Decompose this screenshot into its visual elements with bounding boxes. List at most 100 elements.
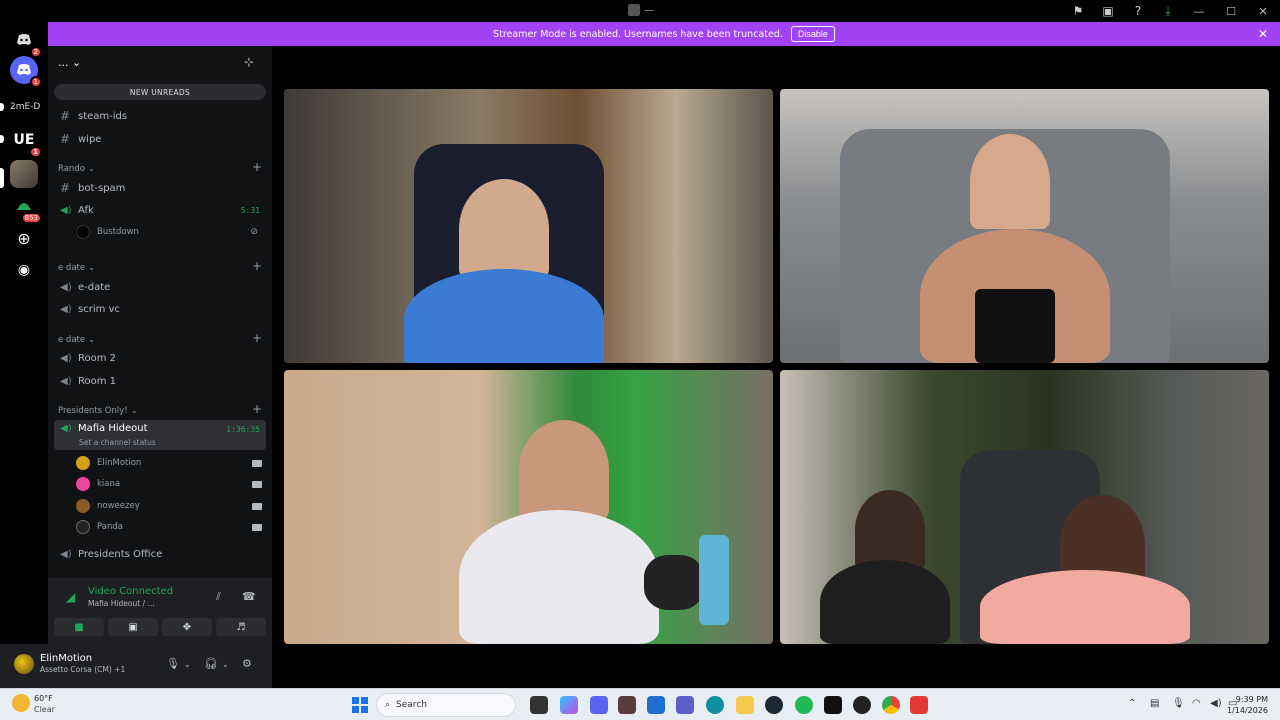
voice-member[interactable]: noweezey [76,497,262,515]
screen-share-icon[interactable]: ▣ [1098,2,1118,20]
new-unreads-pill[interactable]: NEW UNREADS [54,84,266,100]
soundboard-button[interactable]: ♬ [216,618,266,636]
streamer-mode-banner: Streamer Mode is enabled. Usernames have… [48,22,1280,46]
voice-connection-panel: ◢ Video Connected Mafia Hideout / ... ⫽ … [48,578,272,644]
discord-window: — ⚑ ▣ ? ⤓ — ☐ ✕ Streamer Mode is enabled… [0,0,1280,720]
disable-streamer-mode-button[interactable]: Disable [790,26,835,42]
voice-channel-mafia-hideout[interactable]: ◀) Mafia Hideout 1:36:35 Set a channel stat… [54,420,266,450]
wifi-icon[interactable]: ◠ [1192,698,1201,709]
start-button[interactable] [352,697,368,713]
category-e-date-2[interactable]: e date ⌄ [58,335,95,345]
maximize-button[interactable]: ☐ [1220,2,1242,20]
person-head [855,490,925,570]
weather-temp[interactable]: 60°F [34,694,53,703]
tray-app-icon[interactable]: ▤ [1150,698,1159,709]
green-server-badge: 853 [20,212,42,224]
server-2me-d[interactable]: 2mE-D [10,102,40,112]
chevron-down-icon[interactable]: ⌄ [184,660,191,669]
channel-bot-spam[interactable]: # bot-spam [54,178,266,198]
settings-gear-icon[interactable]: ⚙ [242,657,252,670]
minimize-button[interactable]: — [1188,2,1210,20]
close-banner-icon[interactable]: ✕ [1258,27,1268,41]
chevron-up-icon[interactable]: ⌃ [1128,698,1136,709]
add-channel-icon[interactable]: + [252,259,262,273]
download-icon[interactable]: ⤓ [1158,2,1178,20]
add-server-icon[interactable]: ⊕ [10,224,38,252]
server-name[interactable]: ... ⌄ [58,56,81,69]
spotify-icon[interactable] [795,696,813,714]
microphone-icon[interactable]: 🎙︎ [166,657,180,670]
steam-icon[interactable] [765,696,783,714]
task-view-icon[interactable] [530,696,548,714]
speaker-icon: ◀) [60,423,72,434]
user-name[interactable]: ElinMotion [40,653,92,664]
taskbar-search[interactable]: ⌕ Search [376,693,516,717]
channel-status[interactable]: Set a channel status [79,438,156,447]
direct-messages-icon[interactable]: 2 [10,26,42,58]
add-channel-icon[interactable]: + [252,402,262,416]
channel-wipe[interactable]: # wipe [54,129,266,149]
invite-people-icon[interactable]: ⊹ [244,55,260,69]
flag-icon[interactable]: ⚑ [1068,2,1088,20]
copilot-icon[interactable] [560,696,578,714]
headphones-icon[interactable]: 🎧︎ [204,657,218,670]
close-window-button[interactable]: ✕ [1252,2,1274,20]
voice-channel-room-1[interactable]: ◀) Room 1 [54,371,266,391]
clock[interactable]: 9:39 PM 1/14/2026 [1227,694,1268,716]
obs-icon[interactable] [853,696,871,714]
voice-member[interactable]: kiana [76,475,262,493]
voice-member[interactable]: Panda [76,518,262,536]
noise-suppression-icon[interactable]: ⫽ [216,590,221,604]
weather-icon[interactable] [12,694,30,712]
edge-icon[interactable] [706,696,724,714]
discover-icon[interactable]: ◉ [10,256,38,284]
discord-server-icon[interactable]: 1 [10,56,42,88]
voice-channel-room-2[interactable]: ◀) Room 2 [54,348,266,368]
microphone-icon[interactable]: 🎙︎ [1172,698,1185,709]
hash-icon: # [60,109,71,123]
voice-channel-name[interactable]: Mafia Hideout / ... [88,599,155,608]
video-tile-2[interactable] [780,89,1269,363]
camera-button[interactable]: ■ [54,618,104,636]
green-server-icon[interactable]: 853 [10,192,42,224]
voice-channel-presidents-office[interactable]: ◀) Presidents Office [54,544,266,564]
activities-button[interactable]: ✥ [162,618,212,636]
app-icon[interactable] [910,696,928,714]
add-channel-icon[interactable]: + [252,331,262,345]
unread-pip [0,135,4,143]
category-rando[interactable]: Rando ⌄ [58,164,95,174]
signal-icon[interactable]: ◢ [66,590,75,604]
discord-taskbar-icon[interactable] [590,696,608,714]
terminal-icon[interactable] [824,696,842,714]
add-channel-icon[interactable]: + [252,160,262,174]
file-explorer-icon[interactable] [736,696,754,714]
ue-server-badge: 1 [29,146,42,158]
voice-channel-scrim-vc[interactable]: ◀) scrim vc [54,299,266,319]
voice-channel-afk[interactable]: ◀) Afk 5:31 [54,200,266,220]
volume-icon[interactable]: ◀) [1210,698,1222,709]
video-tile-4[interactable] [780,370,1269,644]
screen-share-button[interactable]: ▣ [108,618,158,636]
current-server-icon[interactable] [10,160,38,188]
category-presidents-only[interactable]: Presidents Only! ⌄ [58,406,138,416]
teams-icon[interactable] [676,696,694,714]
category-e-date[interactable]: e date ⌄ [58,263,95,273]
help-icon[interactable]: ? [1128,2,1148,20]
afk-member[interactable]: Bustdown ⊘ [76,223,262,241]
app-icon[interactable] [618,696,636,714]
ue-server-icon[interactable]: UE 1 [10,126,42,158]
store-icon[interactable] [647,696,665,714]
user-avatar[interactable] [14,654,34,674]
voice-channel-e-date[interactable]: ◀) e-date [54,277,266,297]
disconnect-icon[interactable]: ☎ [242,590,256,603]
channel-steam-ids[interactable]: # steam-ids [54,106,266,126]
chevron-down-icon[interactable]: ⌄ [222,660,229,669]
avatar [76,499,90,513]
microphone [644,555,704,610]
voice-member[interactable]: ElinMotion [76,454,262,472]
chrome-icon[interactable] [882,696,900,714]
unread-pip [0,103,4,111]
video-tile-3[interactable] [284,370,773,644]
person-body [820,560,950,644]
video-tile-1[interactable] [284,89,773,363]
